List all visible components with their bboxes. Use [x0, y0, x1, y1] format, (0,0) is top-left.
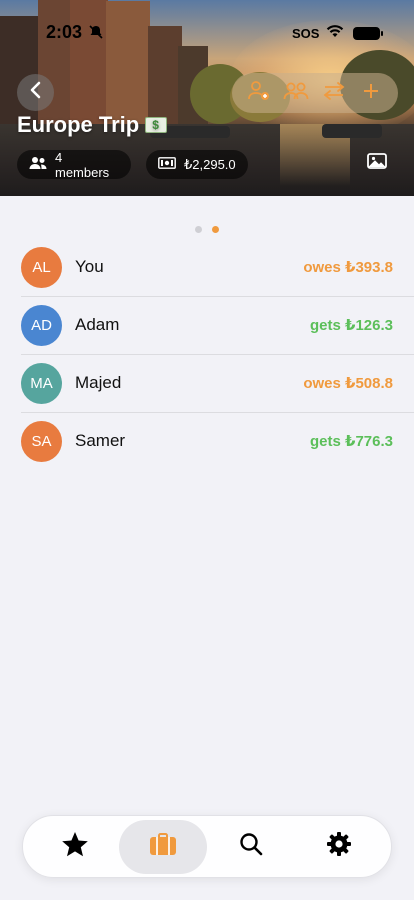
trip-total-pill[interactable]: ₺2,295.0 — [146, 150, 248, 179]
add-expense-button[interactable] — [357, 79, 385, 107]
search-icon — [239, 832, 263, 861]
tab-favorites[interactable] — [31, 820, 119, 874]
photo-icon — [367, 152, 387, 174]
list-item[interactable]: SA Samer gets ₺776.3 — [0, 412, 414, 470]
list-item[interactable]: MA Majed owes ₺508.8 — [0, 354, 414, 412]
money-icon — [145, 117, 168, 133]
banknote-icon — [158, 157, 176, 172]
page-indicator[interactable] — [0, 226, 414, 233]
chevron-left-icon — [29, 81, 43, 104]
avatar: SA — [21, 420, 62, 462]
status-time: 2:03 — [46, 22, 83, 42]
member-name: You — [75, 257, 104, 276]
briefcase-icon — [149, 832, 177, 861]
trip-title-text: Europe Trip — [17, 112, 140, 137]
list-item[interactable]: AL You owes ₺393.8 — [0, 238, 414, 296]
page-dot[interactable] — [195, 226, 202, 233]
member-balance: owes ₺508.8 — [303, 375, 393, 392]
member-balance: gets ₺126.3 — [310, 317, 393, 334]
gear-icon — [326, 831, 352, 862]
member-balances-list: AL You owes ₺393.8 AD Adam gets ₺126.3 M… — [0, 238, 414, 470]
list-item[interactable]: AD Adam gets ₺126.3 — [0, 296, 414, 354]
add-person-icon — [247, 80, 271, 107]
change-photo-button[interactable] — [362, 150, 392, 176]
people-icon — [29, 156, 47, 173]
member-name: Adam — [75, 315, 120, 334]
avatar: AL — [21, 246, 62, 288]
avatar: AD — [21, 304, 62, 346]
tab-bar — [22, 815, 392, 878]
tab-settings[interactable] — [295, 820, 383, 874]
star-icon — [61, 831, 89, 862]
silent-mode-icon — [88, 24, 104, 43]
add-member-button[interactable] — [245, 79, 273, 107]
people-icon — [283, 81, 309, 106]
member-balance: gets ₺776.3 — [310, 433, 393, 450]
trip-title: Europe Trip — [17, 112, 168, 138]
member-name: Majed — [75, 373, 122, 392]
tab-search[interactable] — [207, 820, 295, 874]
transfer-button[interactable] — [320, 79, 348, 107]
arrows-swap-icon — [323, 81, 345, 106]
page-dot-active[interactable] — [212, 226, 219, 233]
sos-indicator: SOS — [292, 26, 320, 41]
member-name: Samer — [75, 431, 126, 450]
members-count-label: 4 members — [55, 149, 110, 180]
trip-total-label: ₺2,295.0 — [184, 156, 236, 172]
status-bar: 2:03 SOS — [0, 0, 414, 50]
boat — [322, 124, 382, 138]
wifi-icon — [326, 24, 344, 38]
plus-icon — [362, 82, 380, 105]
trip-actions-toolbar — [232, 73, 398, 113]
members-button[interactable] — [282, 79, 310, 107]
tab-trips[interactable] — [119, 819, 207, 874]
back-button[interactable] — [17, 74, 54, 111]
battery-icon — [353, 27, 383, 40]
members-count-pill[interactable]: 4 members — [17, 149, 131, 180]
avatar: MA — [21, 362, 62, 404]
member-balance: owes ₺393.8 — [303, 259, 393, 276]
